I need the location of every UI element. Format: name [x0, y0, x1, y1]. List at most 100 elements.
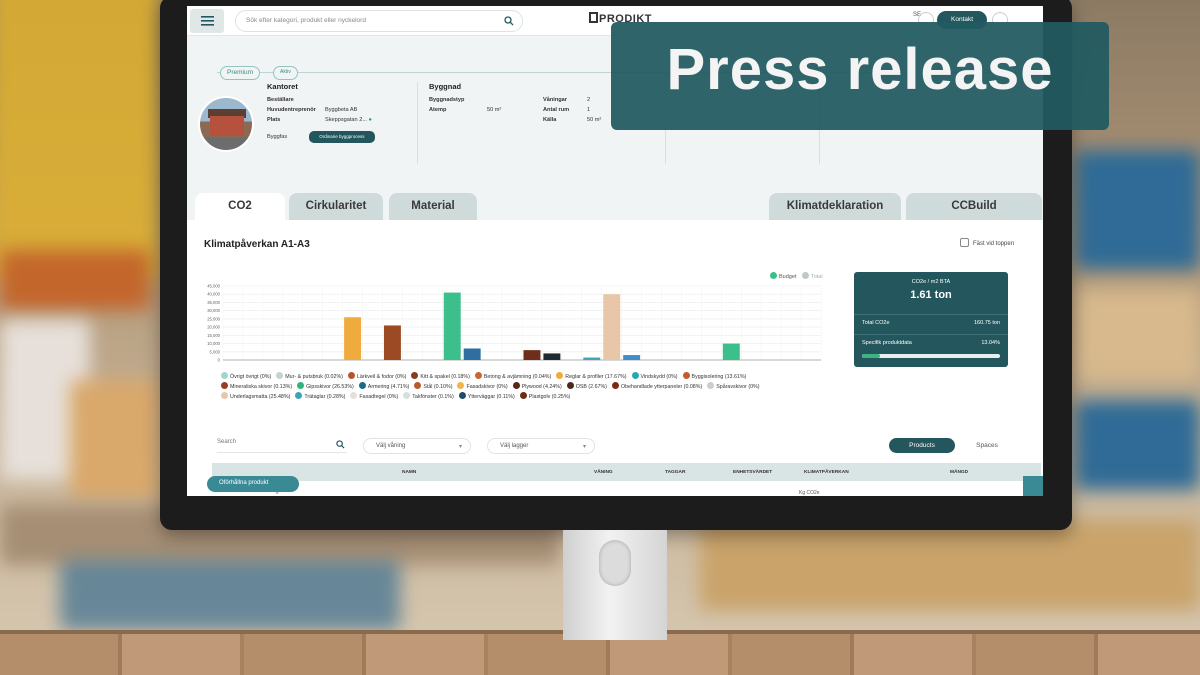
chevron-down-icon: ▾ [458, 444, 462, 450]
category-legend-item[interactable]: Obehandlade ytterpaneler (0.08%) [611, 382, 702, 392]
office-title: Kantoret [267, 82, 298, 91]
y-tick-label: 25,000 [207, 316, 220, 321]
category-swatch [474, 372, 482, 379]
building-row-label2: Antal rum [543, 107, 570, 113]
y-tick-label: 30,000 [207, 308, 220, 313]
products-toggle[interactable]: Products [889, 438, 955, 453]
tab-material[interactable]: Material [389, 193, 477, 220]
category-legend-item[interactable]: Plastgolv (0.25%) [519, 392, 571, 402]
col-header-climate-impact[interactable]: KLIMATPÅVERKAN [804, 470, 849, 475]
table-header: NAMN VÅNING TAGGAR ENHETSVÄRDET KLIMATPÅ… [212, 463, 1041, 481]
category-swatch [276, 372, 284, 379]
category-swatch [682, 372, 690, 379]
category-label: Spåravskivor (0%) [716, 384, 760, 390]
category-legend-item[interactable]: Kitt & spakel (0.18%) [411, 372, 470, 382]
category-swatch [350, 392, 358, 399]
category-legend-item[interactable]: Gipsskivor (26.53%) [297, 382, 354, 392]
office-field-label: Beställare [267, 97, 294, 103]
category-legend-item[interactable]: Spåravskivor (0%) [707, 382, 760, 392]
y-tick-label: 15,000 [207, 333, 220, 338]
category-label: Reglar & profiler (17.67%) [565, 374, 627, 380]
project-avatar [198, 96, 254, 152]
table-cell-climate: Kg CO2e [799, 490, 820, 496]
category-legend-item[interactable]: OSB (2.67%) [566, 382, 607, 392]
tab-co2[interactable]: CO2 [195, 193, 285, 220]
tab-ccbuild[interactable]: CCBuild [906, 193, 1042, 220]
category-swatch [347, 372, 355, 379]
header-divider-vertical [417, 82, 418, 164]
category-label: Lärkveil & fodor (0%) [356, 374, 407, 380]
category-legend-item[interactable]: Lärkveil & fodor (0%) [347, 372, 407, 382]
category-legend-item[interactable]: Takfönster (0.1%) [403, 392, 454, 402]
category-label: Takfönster (0.1%) [412, 394, 454, 400]
category-swatch [519, 392, 527, 399]
col-header-tags[interactable]: TAGGAR [665, 470, 685, 475]
search-icon[interactable] [504, 16, 514, 26]
building-row-value: 50 m² [487, 107, 502, 113]
premium-badge: Premium [220, 66, 261, 80]
category-label: OSB (2.67%) [575, 384, 607, 390]
building-card: Byggnad Byggnadstyp Våningar 2 Atemp 50 m² A… [429, 82, 601, 125]
category-legend-item[interactable]: Vindskydd (0%) [631, 372, 678, 382]
floor-dropdown[interactable]: Välj våning ▾ [363, 438, 471, 454]
press-release-banner: Press release [611, 22, 1109, 130]
category-legend-item[interactable]: Stål (0.10%) [414, 382, 452, 392]
pin-to-top-checkbox[interactable]: Fäst vid toppen [960, 238, 1014, 247]
category-legend-item[interactable]: Armering (4.71%) [358, 382, 409, 392]
category-swatch [631, 372, 639, 379]
col-header-name[interactable]: NAMN [402, 470, 416, 475]
col-header-floor[interactable]: VÅNING [594, 470, 613, 475]
category-legend-item[interactable]: Trätaglar (0.28%) [295, 392, 345, 402]
global-search-input[interactable]: Sök efter kategori, produkt eller nyckel… [235, 10, 523, 32]
unassigned-products-button[interactable]: Oförhållna produkt [207, 476, 299, 492]
pin-label: Fäst vid toppen [973, 241, 1015, 247]
hamburger-menu-button[interactable] [190, 9, 224, 33]
category-swatch [611, 382, 619, 389]
col-header-quantity[interactable]: MÄNGD [950, 470, 968, 475]
table-search-input[interactable]: Search [217, 439, 347, 453]
premium-badge-label: Premium [227, 69, 254, 76]
stat-row-value: 13.04% [981, 340, 1000, 346]
category-label: Vindskydd (0%) [640, 374, 678, 380]
y-tick-label: 20,000 [207, 325, 220, 330]
progress-fill [862, 354, 880, 358]
buildphase-button[interactable]: Ordinarie byggprocess [309, 131, 375, 143]
category-label: Stål (0.10%) [423, 384, 453, 390]
tab-cirkularitet[interactable]: Cirkularitet [289, 193, 383, 220]
category-legend-item[interactable]: Plywood (4.24%) [512, 382, 562, 392]
chart-bar [383, 325, 401, 360]
col-header-unit-value[interactable]: ENHETSVÄRDET [733, 470, 772, 475]
category-swatch [358, 382, 366, 389]
layer-dropdown[interactable]: Välj lagger ▾ [487, 438, 595, 454]
side-panel-button[interactable] [1023, 476, 1043, 496]
category-legend-item[interactable]: Mur- & putsbruk (0.02%) [276, 372, 343, 382]
office-field-value: Byggbeta AB [325, 107, 358, 113]
buildphase-label: Byggfas [267, 134, 288, 140]
category-legend-item[interactable]: Mineraliska skivor (0.13%) [221, 382, 292, 392]
office-field-label: Huvudentreprenör [267, 107, 316, 113]
stat-row-total: Total CO2e 160.75 ton [854, 314, 1008, 330]
category-label: Plastgolv (0.25%) [528, 394, 571, 400]
spaces-toggle[interactable]: Spaces [967, 438, 1007, 453]
category-swatch [457, 382, 465, 389]
press-release-text: Press release [666, 37, 1054, 102]
tab-klimatdeklaration[interactable]: Klimatdeklaration [769, 193, 901, 220]
building-row-value2: 2 [587, 97, 591, 103]
category-legend-item[interactable]: Byggisolering (13.61%) [682, 372, 747, 382]
category-legend-item[interactable]: Reglar & profiler (17.67%) [556, 372, 627, 382]
table-search-placeholder: Search [217, 439, 237, 445]
chevron-down-icon: ▾ [582, 444, 586, 450]
category-legend-item[interactable]: Underlagsmatta (25.48%) [221, 392, 290, 402]
category-legend-item[interactable]: Betong & avjämning (0.04%) [474, 372, 551, 382]
co2-panel: Klimatpåverkan A1-A3 Fäst vid toppen Bud… [187, 220, 1043, 496]
category-label: Övrigt övrigt (0%) [230, 374, 272, 380]
category-legend-item[interactable]: Fasadtegel (0%) [350, 392, 398, 402]
category-label: Byggisolering (13.61%) [691, 374, 747, 380]
category-swatch [297, 382, 305, 389]
building-row-value2: 50 m² [587, 117, 602, 123]
category-legend-item[interactable]: Övrigt övrigt (0%) [221, 372, 271, 382]
category-legend-item[interactable]: Ytterväggar (0.11%) [458, 392, 515, 402]
status-badge-label: Aktiv [280, 69, 291, 75]
chart-title: Klimatpåverkan A1-A3 [204, 239, 310, 250]
category-legend-item[interactable]: Fasadskivor (0%) [457, 382, 508, 392]
